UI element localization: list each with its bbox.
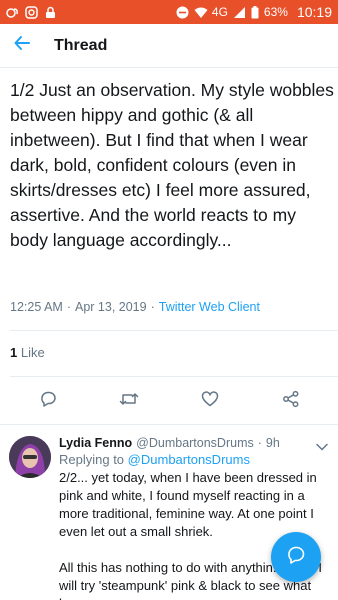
tweet-meta: 12:25 AM · Apr 13, 2019 · Twitter Web Cl… <box>10 300 260 314</box>
divider <box>10 376 338 377</box>
battery-percent: 63% <box>263 5 288 19</box>
signal-icon <box>233 6 246 19</box>
reply-author-name[interactable]: Lydia Fenno <box>59 436 132 450</box>
like-button[interactable] <box>195 386 225 416</box>
chat-bubble-icon <box>286 545 306 570</box>
heart-icon <box>201 390 219 413</box>
share-icon <box>282 390 300 413</box>
clock: 10:19 <box>296 4 332 20</box>
reply-age: 9h <box>265 436 280 450</box>
wifi-icon <box>194 6 208 19</box>
tweet-client-link[interactable]: Twitter Web Client <box>159 300 260 314</box>
chevron-down-icon <box>316 438 328 455</box>
back-arrow-icon <box>13 34 31 57</box>
replying-to-label: Replying to <box>59 452 125 467</box>
tweet-date: Apr 13, 2019 <box>75 300 147 314</box>
replying-to: Replying to @DumbartonsDrums <box>59 452 331 467</box>
tweet-text: 1/2 Just an observation. My style wobble… <box>10 80 334 250</box>
reply-author-handle[interactable]: @DumbartonsDrums <box>136 436 254 450</box>
tweet-time: 12:25 AM <box>10 300 63 314</box>
reply-header: Lydia Fenno @DumbartonsDrums · 9h <box>59 436 331 450</box>
lock-icon <box>44 6 57 19</box>
tweet-actions <box>0 386 338 416</box>
compose-reply-button[interactable] <box>271 532 321 582</box>
likes-count: 1 <box>10 345 18 360</box>
divider <box>10 330 338 331</box>
back-button[interactable] <box>0 24 44 68</box>
retweet-icon <box>119 390 139 413</box>
share-button[interactable] <box>276 386 306 416</box>
replying-to-mention[interactable]: @DumbartonsDrums <box>128 452 250 467</box>
app-bar: Thread <box>0 24 338 68</box>
reply-button[interactable] <box>33 386 63 416</box>
status-bar: 4G 63% 10:19 <box>0 0 338 24</box>
separator-dot: · <box>150 300 155 314</box>
separator-dot: · <box>66 300 71 314</box>
retweet-button[interactable] <box>114 386 144 416</box>
divider <box>0 424 338 425</box>
page-title: Thread <box>54 36 108 54</box>
battery-icon <box>251 5 259 19</box>
network-type: 4G <box>211 5 228 19</box>
instagram-icon <box>25 5 38 19</box>
likes-label: Like <box>20 345 45 360</box>
reply-icon <box>39 390 57 413</box>
avatar[interactable] <box>9 436 51 478</box>
tweet-menu-button[interactable] <box>316 438 328 456</box>
squirrel-icon <box>6 6 19 19</box>
do-not-disturb-icon <box>176 6 189 19</box>
likes-count-link[interactable]: 1 Like <box>10 345 45 360</box>
separator-dot: · <box>257 436 262 450</box>
